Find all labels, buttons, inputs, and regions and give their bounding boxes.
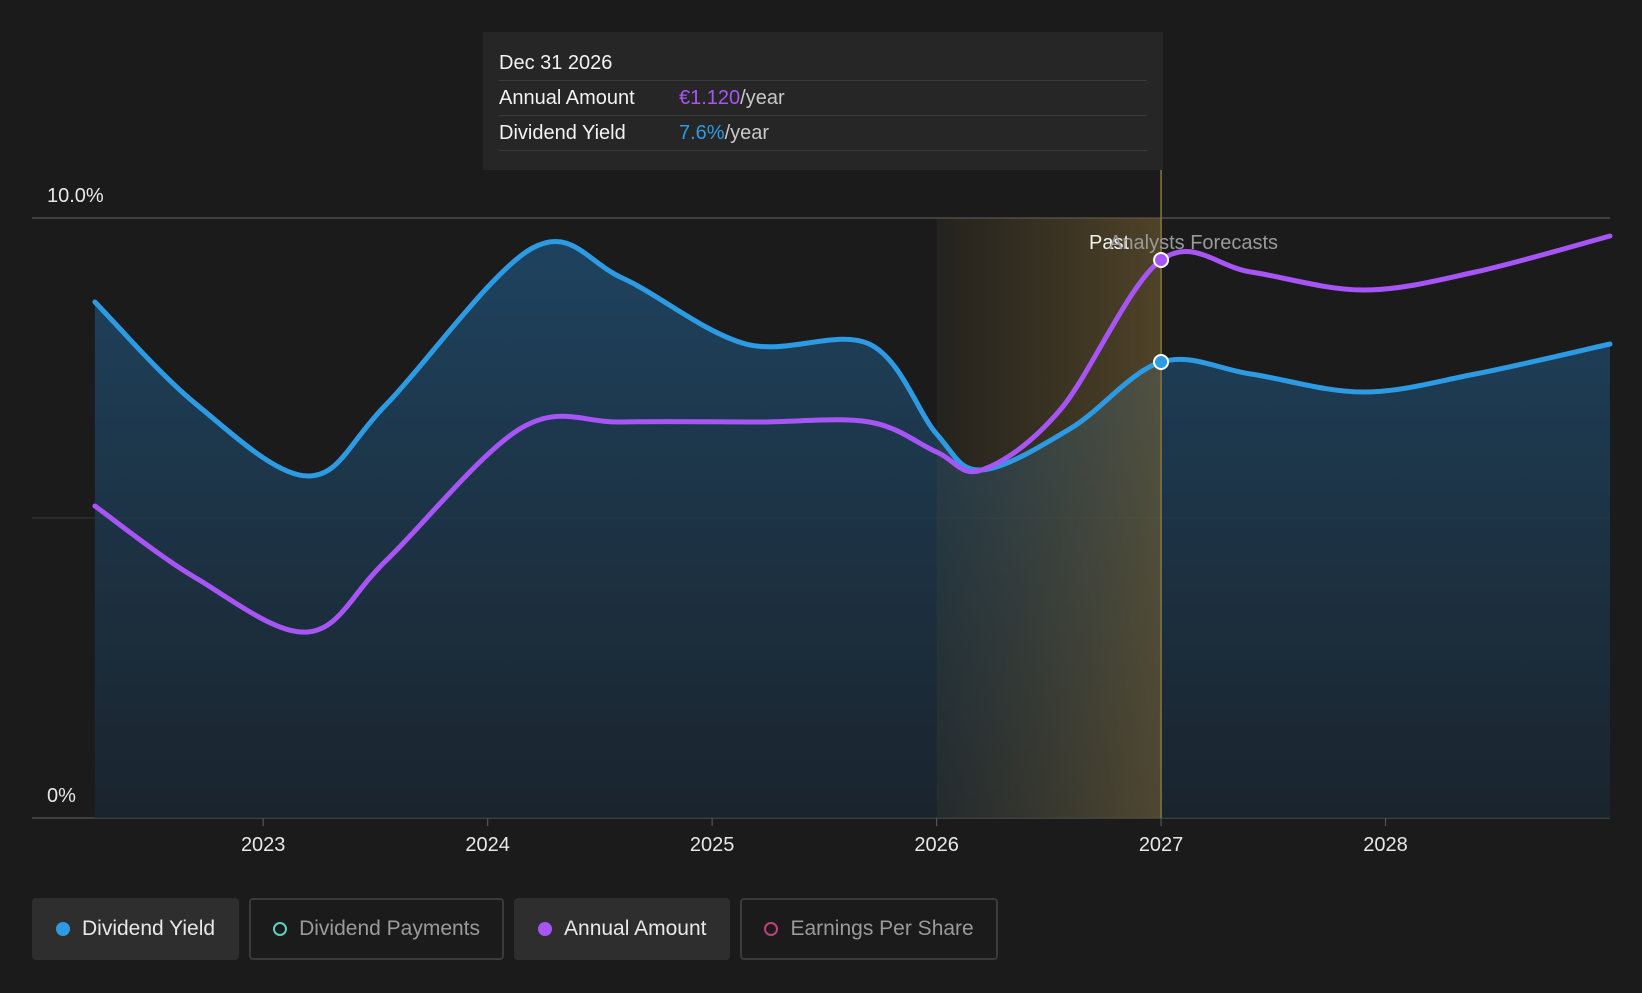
legend-dot-icon [56, 922, 70, 936]
x-tick-label: 2025 [690, 834, 735, 856]
tooltip-row-dividend-yield: Dividend Yield 7.6%/year [499, 116, 1147, 151]
legend-label: Dividend Payments [299, 917, 481, 940]
legend-dot-icon [538, 922, 553, 936]
tooltip-unit: /year [724, 121, 770, 144]
legend-annual-amount[interactable]: Annual Amount [514, 898, 731, 960]
tooltip-date: Dec 31 2026 [499, 51, 613, 74]
tooltip-row-annual-amount: Annual Amount €1.120/year [499, 81, 1147, 116]
x-tick-label: 2027 [1139, 834, 1184, 856]
tooltip-label: Dividend Yield [499, 121, 626, 144]
legend-dividend-payments[interactable]: Dividend Payments [249, 898, 505, 960]
legend-label: Earnings Per Share [790, 917, 974, 940]
marker-annual-amount [1153, 252, 1170, 268]
legend-label: Annual Amount [564, 917, 707, 940]
legend-dot-icon [764, 922, 779, 936]
y-tick-label: 0% [47, 785, 76, 807]
yield-area [94, 241, 1610, 818]
x-tick-label: 2023 [241, 834, 286, 856]
tooltip-date-row: Dec 31 2026 [499, 46, 1147, 81]
x-tick-label: 2026 [914, 834, 959, 856]
x-tick-label: 2028 [1363, 834, 1408, 856]
tooltip-value: €1.120 [679, 86, 741, 109]
tooltip-label: Annual Amount [499, 86, 635, 109]
tooltip-value: 7.6% [679, 121, 725, 144]
forecast-label: Analysts Forecasts [1109, 232, 1278, 254]
tooltip-unit: /year [740, 86, 785, 109]
legend-dot-icon [273, 922, 288, 936]
past-region-band [936, 218, 1162, 818]
marker-dividend-yield [1153, 354, 1170, 370]
legend-dividend-yield[interactable]: Dividend Yield [32, 898, 240, 960]
chart-legend: Dividend Yield Dividend Payments Annual … [32, 898, 998, 960]
y-tick-label: 10.0% [47, 185, 104, 207]
chart-tooltip: Dec 31 2026 Annual Amount €1.120/year Di… [483, 32, 1163, 170]
legend-label: Dividend Yield [82, 917, 216, 940]
legend-earnings-per-share[interactable]: Earnings Per Share [740, 898, 998, 960]
x-tick-label: 2024 [465, 834, 510, 856]
